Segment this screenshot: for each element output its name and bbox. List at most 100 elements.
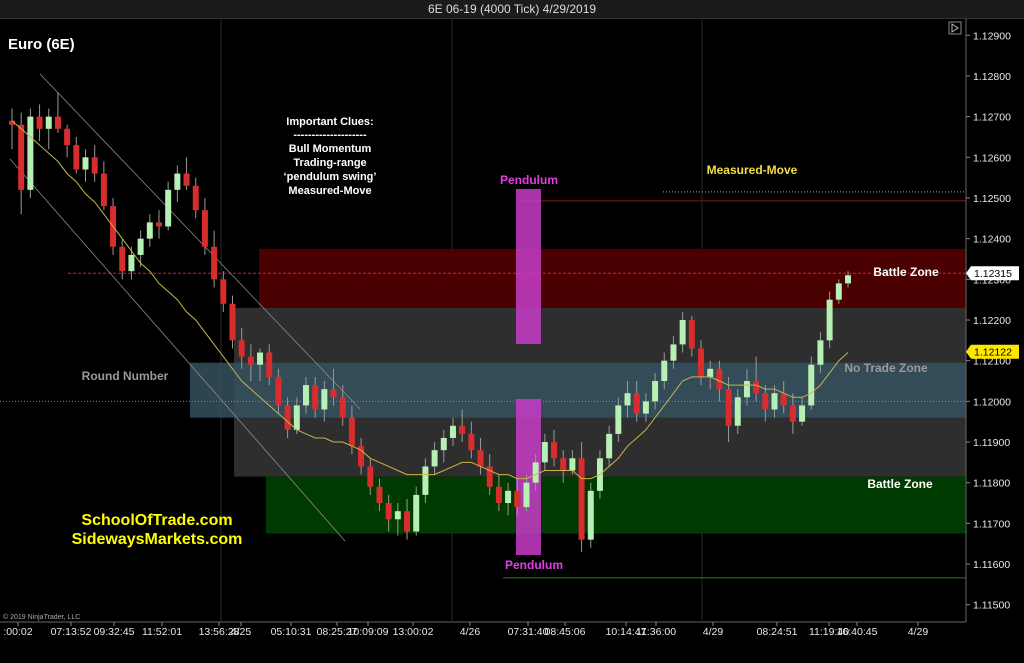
candle-body bbox=[449, 425, 456, 438]
candle-body bbox=[238, 340, 245, 357]
x-tick-label: 4/26 bbox=[460, 626, 481, 638]
candle-body bbox=[477, 450, 484, 467]
candle-body bbox=[146, 222, 153, 239]
candle-body bbox=[192, 185, 199, 211]
candle-body bbox=[670, 344, 677, 361]
candle-body bbox=[431, 450, 438, 467]
x-tick-label: 08:24:51 bbox=[757, 626, 798, 638]
candle-body bbox=[183, 173, 190, 186]
candle-body bbox=[505, 490, 512, 504]
candle-body bbox=[679, 320, 686, 345]
clues-line: Bull Momentum bbox=[289, 143, 372, 155]
candle-body bbox=[156, 222, 162, 227]
candle-body bbox=[633, 393, 640, 414]
candle-body bbox=[725, 389, 732, 426]
candle-body bbox=[128, 254, 135, 272]
y-tick-label: 1.12700 bbox=[973, 112, 1011, 124]
x-axis: :00:02 07:13:52 09:32:45 11:52:01 13:56:284/… bbox=[3, 622, 928, 638]
y-tick-label: 1.12800 bbox=[973, 71, 1011, 83]
candle-body bbox=[716, 368, 723, 390]
price-marker-label: 1.12315 bbox=[974, 268, 1012, 280]
candle-body bbox=[339, 397, 346, 418]
candle-body bbox=[257, 352, 264, 365]
candle-body bbox=[18, 124, 25, 190]
lower-battle-zone-label: Battle Zone bbox=[867, 477, 933, 491]
x-tick-label: 09:32:45 bbox=[94, 626, 135, 638]
candle-body bbox=[468, 433, 475, 451]
no-trade-zone-label: No Trade Zone bbox=[844, 361, 928, 375]
candle-body bbox=[229, 303, 236, 341]
candle-body bbox=[587, 490, 594, 540]
y-tick-label: 1.12500 bbox=[973, 193, 1011, 205]
x-tick-label: 4/29 bbox=[703, 626, 724, 638]
candle-body bbox=[808, 364, 815, 406]
y-tick-label: 1.11900 bbox=[973, 437, 1010, 449]
candle-body bbox=[688, 320, 695, 349]
copyright: © 2019 NinjaTrader, LLC bbox=[3, 613, 80, 621]
x-tick-label: 07:13:52 bbox=[51, 626, 92, 638]
candle-body bbox=[413, 494, 420, 532]
candle-body bbox=[367, 466, 374, 487]
upper-battle-zone-label: Battle Zone bbox=[873, 265, 939, 279]
candle-body bbox=[220, 279, 227, 304]
candle-body bbox=[753, 381, 760, 394]
watermark-line-1: SchoolOfTrade.com bbox=[81, 512, 232, 529]
candle-body bbox=[661, 360, 668, 382]
candle-body bbox=[376, 486, 383, 504]
candle-body bbox=[624, 393, 631, 406]
candle-body bbox=[266, 352, 273, 377]
candle-body bbox=[211, 246, 218, 280]
candle-body bbox=[743, 381, 750, 398]
x-tick-label: 10:09:09 bbox=[348, 626, 389, 638]
candle-body bbox=[73, 145, 80, 170]
candle-body bbox=[652, 381, 659, 402]
candle-body bbox=[459, 425, 466, 434]
y-tick-label: 1.11500 bbox=[973, 600, 1010, 612]
y-tick-label: 1.11600 bbox=[973, 559, 1010, 571]
window-title: 6E 06-19 (4000 Tick) 4/29/2019 bbox=[0, 0, 1024, 19]
price-marker-label: 1.12122 bbox=[974, 347, 1012, 359]
candle-body bbox=[45, 116, 52, 129]
candle-body bbox=[569, 458, 576, 471]
price-chart[interactable]: Euro (6E) Important Clues: -------------… bbox=[0, 19, 1024, 663]
candle-body bbox=[578, 458, 585, 540]
candle-body bbox=[247, 356, 254, 365]
x-tick-label: 13:00:02 bbox=[393, 626, 434, 638]
candle-body bbox=[312, 385, 319, 410]
price-markers: 1.12315 1.12122 bbox=[966, 266, 1019, 359]
candle-body bbox=[201, 210, 208, 247]
pendulum-upper-bar bbox=[516, 189, 541, 344]
candle-body bbox=[698, 348, 704, 377]
candle-body bbox=[82, 157, 89, 170]
y-tick-label: 1.12600 bbox=[973, 152, 1011, 164]
candle-body bbox=[330, 389, 337, 398]
candle-body bbox=[826, 299, 833, 341]
candle-body bbox=[385, 503, 392, 520]
candle-body bbox=[165, 189, 172, 227]
clues-line: Trading-range bbox=[293, 157, 366, 169]
candle-body bbox=[394, 511, 401, 520]
candle-body bbox=[845, 275, 851, 284]
candle-body bbox=[36, 116, 43, 129]
candle-body bbox=[780, 393, 787, 406]
candle-body bbox=[275, 376, 282, 406]
candle-body bbox=[642, 401, 649, 414]
candle-body bbox=[54, 116, 61, 129]
candle-body bbox=[551, 442, 558, 459]
y-tick-label: 1.12000 bbox=[973, 396, 1011, 408]
candle-body bbox=[174, 173, 181, 190]
candle-body bbox=[495, 486, 502, 504]
candle-body bbox=[348, 417, 355, 447]
candle-body bbox=[91, 157, 98, 174]
candle-body bbox=[789, 405, 796, 422]
y-tick-label: 1.12900 bbox=[973, 30, 1011, 42]
x-tick-label: 4/29 bbox=[908, 626, 929, 638]
candle-body bbox=[321, 389, 328, 410]
clues-line: ‘pendulum swing’ bbox=[284, 171, 377, 183]
clues-line: Important Clues: bbox=[286, 116, 373, 128]
pendulum-top-label: Pendulum bbox=[500, 173, 558, 187]
candle-body bbox=[817, 340, 824, 365]
y-tick-label: 1.11700 bbox=[973, 518, 1010, 530]
candle-body bbox=[64, 128, 71, 146]
y-tick-label: 1.11800 bbox=[973, 478, 1010, 490]
